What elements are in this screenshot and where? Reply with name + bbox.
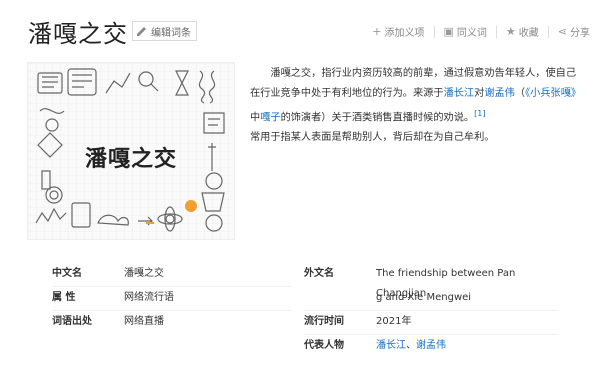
summary-text: 对 xyxy=(474,88,485,99)
row-divider xyxy=(52,286,292,287)
info-label: 中文名 xyxy=(52,268,82,279)
info-row-foreign-name-cont: g and Xie Mengwei xyxy=(304,288,558,308)
image-caption: 潘嘎之交 xyxy=(84,147,177,172)
action-divider xyxy=(433,25,435,38)
synonym-label: 同义词 xyxy=(456,28,487,39)
info-value: g and Xie Mengwei xyxy=(376,292,472,303)
info-label: 词语出处 xyxy=(52,316,92,327)
info-value: 网络流行语 xyxy=(124,292,174,303)
info-label: 外文名 xyxy=(304,268,334,279)
add-sense-label: 添加义项 xyxy=(384,28,425,39)
info-row: 流行时间 2021年 xyxy=(304,312,558,332)
link-pan-changjiang[interactable]: 潘长江 xyxy=(376,340,406,351)
info-row-foreign-name: 外文名 The friendship between Pan Changjian xyxy=(304,264,558,299)
share-button[interactable]: ⋖ 分享 xyxy=(558,24,590,39)
edit-entry-label: 编辑词条 xyxy=(151,27,191,39)
row-divider xyxy=(304,310,558,311)
share-label: 分享 xyxy=(570,28,590,39)
entry-actions: + 添加义项 ▣ 同义词 ★ 收藏 ⋖ 分享 xyxy=(372,24,590,39)
summary-paragraph-2: 常用于指某人表面是帮助别人，背后却在为自己牟利。 xyxy=(250,132,495,144)
info-value: 潘长江、谢孟伟 xyxy=(376,336,546,356)
summary-text: 中 xyxy=(250,112,261,124)
action-divider xyxy=(495,25,497,38)
plus-icon: + xyxy=(372,25,382,38)
book-icon: ▣ xyxy=(443,25,454,38)
favorite-button[interactable]: ★ 收藏 xyxy=(506,24,539,39)
link-xiaobing-zhangga[interactable]: 《小兵张嘎》 xyxy=(525,88,581,99)
info-label: 流行时间 xyxy=(304,316,344,327)
link-xie-mengwei[interactable]: 谢孟伟 xyxy=(416,340,446,351)
summary-paragraph-1: 潘嘎之交，指行业内资历较高的前辈，通过假意劝告年轻人，使自己在行业竞争中处于有利… xyxy=(250,64,582,128)
info-value: 潘嘎之交 xyxy=(124,268,164,279)
pencil-icon xyxy=(137,27,146,36)
row-divider xyxy=(304,334,558,335)
info-label: 属 性 xyxy=(52,292,76,303)
reference-link[interactable]: [1] xyxy=(474,109,485,118)
separator: 、 xyxy=(406,340,416,351)
page-title: 潘嘎之交 xyxy=(28,20,128,48)
add-sense-button[interactable]: + 添加义项 xyxy=(372,24,424,39)
summary-text: 的饰演者）关于酒类销售直播时候的劝说。 xyxy=(280,112,475,124)
info-row: 中文名 潘嘎之交 xyxy=(52,264,292,284)
star-icon: ★ xyxy=(505,25,516,38)
info-row: 代表人物 潘长江、谢孟伟 xyxy=(304,336,558,356)
info-value: 2021年 xyxy=(376,316,412,327)
info-row: 属 性 网络流行语 xyxy=(52,288,292,308)
summary-image[interactable]: 潘嘎之交 xyxy=(27,62,235,240)
info-row: 词语出处 网络直播 xyxy=(52,312,292,332)
edit-entry-button[interactable]: 编辑词条 xyxy=(132,21,197,41)
action-divider xyxy=(547,25,549,38)
link-xie-mengwei[interactable]: 谢孟伟 xyxy=(484,88,515,99)
link-gazi[interactable]: 嘎子 xyxy=(260,112,280,123)
favorite-label: 收藏 xyxy=(518,28,539,39)
link-pan-changjiang[interactable]: 潘长江 xyxy=(444,88,475,99)
summary-text: （ xyxy=(514,88,526,99)
row-divider xyxy=(52,310,292,311)
lemma-summary: 潘嘎之交，指行业内资历较高的前辈，通过假意劝告年轻人，使自己在行业竞争中处于有利… xyxy=(250,64,582,148)
share-icon: ⋖ xyxy=(557,25,567,38)
synonym-button[interactable]: ▣ 同义词 xyxy=(444,24,487,39)
info-label: 代表人物 xyxy=(304,340,344,351)
info-value: 网络直播 xyxy=(124,316,164,327)
